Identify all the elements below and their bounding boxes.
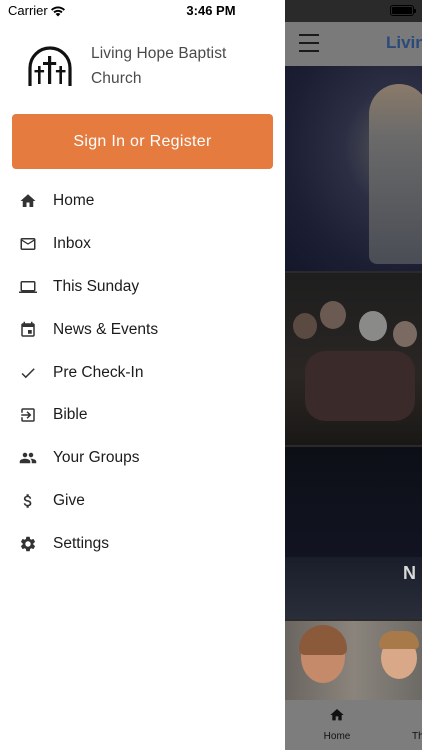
- menu-item-news-events[interactable]: News & Events: [0, 308, 285, 351]
- menu-item-label: News & Events: [53, 320, 159, 338]
- menu-item-settings[interactable]: Settings: [0, 522, 285, 565]
- laptop-icon: [19, 278, 37, 296]
- dollar-icon: [19, 492, 37, 510]
- church-brand: Living Hope Baptist Church: [26, 38, 276, 94]
- menu-item-give[interactable]: Give: [0, 480, 285, 523]
- mail-icon: [19, 235, 37, 253]
- church-logo-icon: [28, 46, 72, 86]
- menu-item-your-groups[interactable]: Your Groups: [0, 437, 285, 480]
- menu-item-label: Home: [53, 192, 95, 210]
- checkmark-icon: [19, 364, 37, 382]
- menu-item-label: This Sunday: [53, 277, 140, 295]
- menu-item-label: Pre Check-In: [53, 363, 144, 381]
- home-icon: [19, 192, 37, 210]
- menu-item-pre-check-in[interactable]: Pre Check-In: [0, 351, 285, 394]
- drawer-scrim[interactable]: [285, 22, 422, 750]
- drawer-menu: Home Inbox This Sunday News & Events Pre…: [0, 180, 285, 565]
- church-name: Living Hope Baptist Church: [91, 45, 227, 87]
- navigation-drawer: Living Hope Baptist Church Sign In or Re…: [0, 0, 285, 750]
- menu-item-label: Give: [53, 491, 85, 509]
- clock: 3:46 PM: [186, 3, 236, 18]
- people-icon: [19, 449, 37, 467]
- status-bar: Carrier 3:46 PM: [0, 0, 422, 22]
- menu-item-this-sunday[interactable]: This Sunday: [0, 266, 285, 309]
- menu-item-bible[interactable]: Bible: [0, 394, 285, 437]
- menu-item-label: Settings: [53, 534, 110, 552]
- gear-icon: [19, 535, 37, 553]
- menu-item-label: Bible: [53, 406, 88, 424]
- calendar-icon: [19, 321, 37, 339]
- menu-item-label: Inbox: [53, 235, 91, 253]
- menu-item-inbox[interactable]: Inbox: [0, 223, 285, 266]
- menu-item-home[interactable]: Home: [0, 180, 285, 223]
- menu-item-label: Your Groups: [53, 449, 140, 467]
- sign-in-register-button[interactable]: Sign In or Register: [12, 114, 273, 169]
- battery-icon: [390, 5, 416, 16]
- login-arrow-icon: [19, 406, 37, 424]
